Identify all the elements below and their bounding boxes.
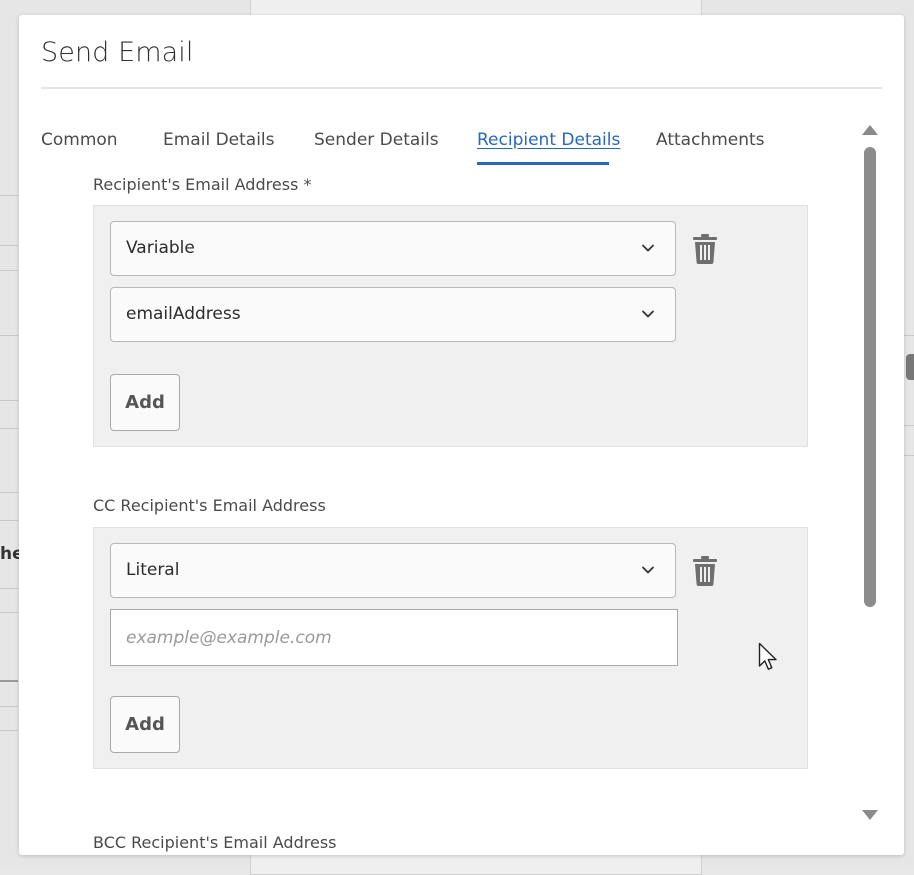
tab-email-details[interactable]: Email Details — [163, 130, 275, 150]
tab-common[interactable]: Common — [41, 130, 118, 150]
bcc-email-label: BCC Recipient's Email Address — [93, 833, 337, 852]
scroll-down-arrow-icon[interactable] — [862, 810, 878, 820]
chevron-down-icon — [642, 566, 654, 574]
cc-email-panel: Literal Add — [93, 527, 808, 769]
scrollbar-thumb[interactable] — [864, 147, 876, 607]
tab-sender-details[interactable]: Sender Details — [314, 130, 439, 150]
header-divider — [41, 87, 882, 89]
cc-email-input[interactable] — [110, 609, 678, 666]
scroll-up-arrow-icon[interactable] — [862, 125, 878, 135]
tab-attachments[interactable]: Attachments — [656, 130, 765, 150]
recipient-email-panel: Variable emailAddress Add — [93, 205, 808, 447]
trash-icon[interactable] — [692, 234, 718, 264]
tab-recipient-details[interactable]: Recipient Details — [477, 130, 620, 150]
chevron-down-icon — [642, 244, 654, 252]
chevron-down-icon — [642, 310, 654, 318]
background-icon — [906, 354, 914, 380]
recipient-email-label: Recipient's Email Address * — [93, 175, 312, 194]
cc-type-value: Literal — [126, 560, 180, 580]
cc-type-select[interactable]: Literal — [110, 543, 676, 598]
background-panel — [250, 853, 702, 875]
dialog-title: Send Email — [41, 37, 194, 68]
recipient-type-value: Variable — [126, 238, 195, 258]
add-cc-button[interactable]: Add — [110, 696, 180, 753]
recipient-variable-select[interactable]: emailAddress — [110, 287, 676, 342]
recipient-type-select[interactable]: Variable — [110, 221, 676, 276]
recipient-details-content: Recipient's Email Address * Variable ema… — [93, 167, 833, 855]
cc-email-label: CC Recipient's Email Address — [93, 496, 326, 515]
scrollbar[interactable] — [862, 125, 878, 825]
trash-icon[interactable] — [692, 556, 718, 586]
mouse-cursor-icon — [758, 642, 777, 670]
active-tab-indicator — [477, 162, 609, 165]
add-recipient-button[interactable]: Add — [110, 374, 180, 431]
send-email-dialog: Send Email Common Email Details Sender D… — [19, 15, 904, 855]
recipient-variable-value: emailAddress — [126, 304, 241, 324]
